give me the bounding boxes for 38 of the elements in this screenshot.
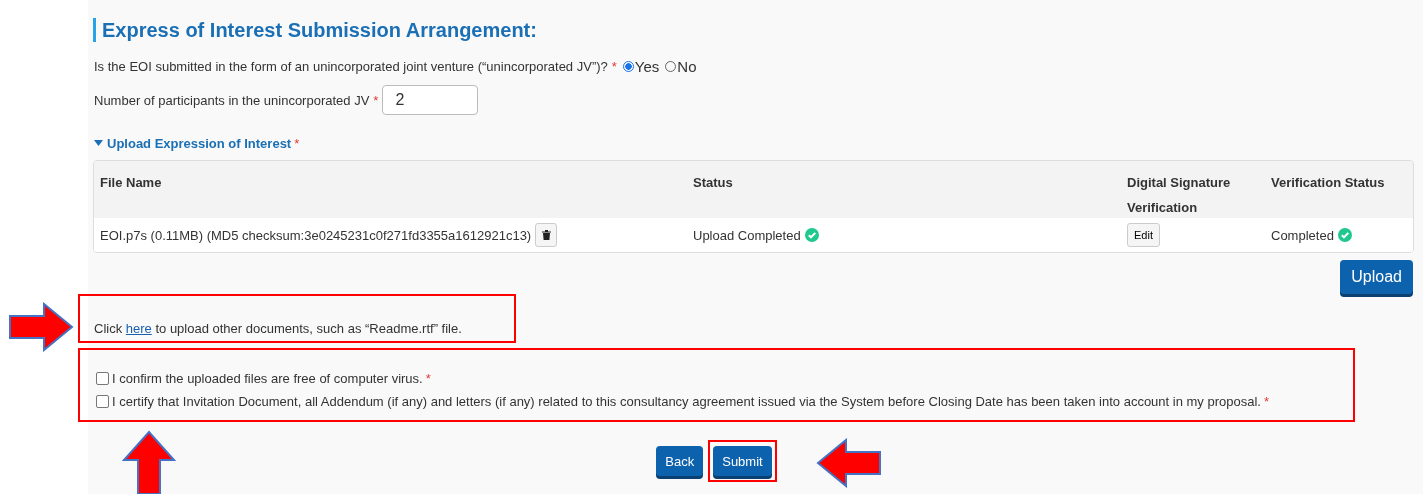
upload-button[interactable]: Upload — [1340, 260, 1413, 294]
caret-icon — [94, 139, 103, 147]
edit-button[interactable]: Edit — [1127, 223, 1160, 247]
required-mark: * — [425, 371, 431, 386]
form-button[interactable]: Submit — [713, 446, 772, 476]
confirmation-text: I confirm the uploaded files are free of computer virus. — [112, 371, 423, 386]
upload-section-toggle[interactable]: Upload Expression of Interest — [94, 135, 292, 151]
check-circle-icon — [1337, 228, 1352, 242]
arrow-icon — [8, 302, 74, 352]
checkbox[interactable] — [96, 395, 109, 408]
check-circle-icon — [804, 228, 819, 242]
file-name: EOI.p7s (0.11MB) (MD5 checksum:3e0245231c0f271fd3355a1612921c13) — [100, 227, 532, 243]
arrow-icon — [816, 438, 882, 488]
participants-input[interactable]: 2 — [382, 85, 479, 115]
radio-option[interactable]: No — [665, 57, 697, 75]
column-header: Digital Signature Verification — [1126, 174, 1232, 217]
participants-label: Number of participants in the unincorporated JV — [94, 92, 370, 108]
form-button[interactable]: Back — [656, 446, 704, 476]
confirmation-text: I certify that Invitation Document, all Addendum (if any) and letters (if any) related to this consultancy agreement issued via the System before Closing Date has been taken into account in my proposal. — [112, 394, 1261, 409]
required-mark: * — [1263, 394, 1269, 409]
column-header: Verification Status — [1270, 174, 1386, 192]
radio-option[interactable]: Yes — [622, 57, 660, 75]
required-mark: * — [611, 58, 617, 74]
verification-status: Completed — [1271, 227, 1334, 243]
delete-button[interactable] — [535, 223, 558, 247]
status-text: Upload Completed — [693, 227, 801, 243]
column-header: File Name — [99, 174, 163, 192]
question-label: Is the EOI submitted in the form of an unincorporated joint venture (“unincorporated JV”)? — [94, 58, 608, 74]
section-title: Express of Interest Submission Arrangement: — [93, 18, 1423, 42]
trash-icon — [541, 230, 551, 240]
checkbox[interactable] — [96, 372, 109, 385]
arrow-icon — [122, 430, 176, 494]
column-header: Status — [692, 174, 734, 192]
radio-icon[interactable] — [622, 60, 634, 72]
required-mark: * — [373, 92, 379, 108]
required-mark: * — [294, 135, 300, 151]
here-link[interactable]: here — [125, 321, 152, 336]
upload-other-text: Click here to upload other documents, such as “Readme.rtf” file. — [94, 321, 462, 336]
